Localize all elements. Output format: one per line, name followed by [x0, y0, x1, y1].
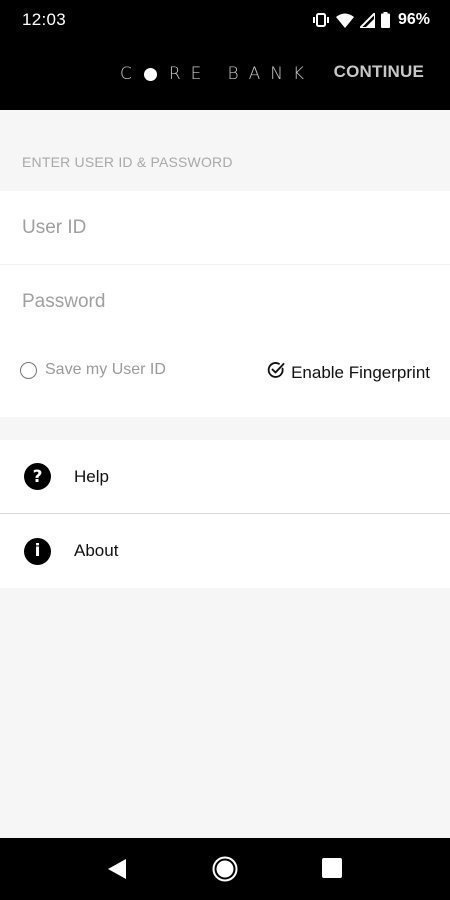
status-icons: 96%	[312, 11, 430, 29]
logo-letters: RE	[168, 64, 212, 84]
login-section-label: ENTER USER ID & PASSWORD	[22, 154, 233, 170]
vibrate-icon	[312, 13, 330, 27]
menu-item-label: Help	[74, 466, 109, 486]
back-button[interactable]	[107, 858, 127, 885]
system-nav-bar	[0, 838, 450, 900]
home-button[interactable]	[212, 856, 238, 887]
home-circle-icon	[212, 856, 238, 882]
menu-item-label: About	[74, 541, 119, 560]
menu-item-help[interactable]: ? Help	[0, 440, 450, 514]
back-triangle-icon	[108, 859, 126, 879]
continue-button[interactable]: CONTINUE	[334, 62, 424, 82]
app-header: C RE BANK CONTINUE	[0, 40, 450, 110]
status-bar: 12:03 96%	[0, 0, 450, 40]
logo-word-bank: BANK	[227, 64, 315, 84]
enable-fingerprint-label: Enable Fingerprint	[291, 362, 430, 382]
help-icon: ?	[24, 463, 51, 490]
logo-letter: C	[120, 64, 142, 84]
recents-square-icon	[322, 858, 342, 878]
login-card: Save my User ID Enable Fingerprint	[0, 191, 450, 417]
battery-percent: 96%	[397, 11, 430, 28]
login-options-row: Save my User ID Enable Fingerprint	[0, 353, 450, 393]
status-time: 12:03	[22, 10, 67, 29]
core-bank-logo: C RE BANK	[120, 64, 314, 84]
save-user-id-checkbox[interactable]: Save my User ID	[20, 361, 166, 379]
wifi-icon	[335, 13, 354, 28]
recents-button[interactable]	[322, 858, 342, 883]
user-id-input[interactable]	[0, 191, 450, 265]
enable-fingerprint-checkbox[interactable]: Enable Fingerprint	[267, 361, 430, 384]
signal-icon	[359, 12, 375, 28]
radio-unchecked-icon	[20, 361, 37, 379]
battery-icon	[380, 12, 390, 28]
save-user-id-label: Save my User ID	[45, 361, 166, 378]
password-input[interactable]	[0, 265, 450, 339]
menu-item-about[interactable]: i About	[0, 514, 450, 588]
logo-dot-icon	[143, 67, 157, 81]
menu-card: ? Help i About	[0, 440, 450, 588]
info-icon: i	[24, 537, 51, 565]
check-circle-icon	[267, 361, 285, 384]
